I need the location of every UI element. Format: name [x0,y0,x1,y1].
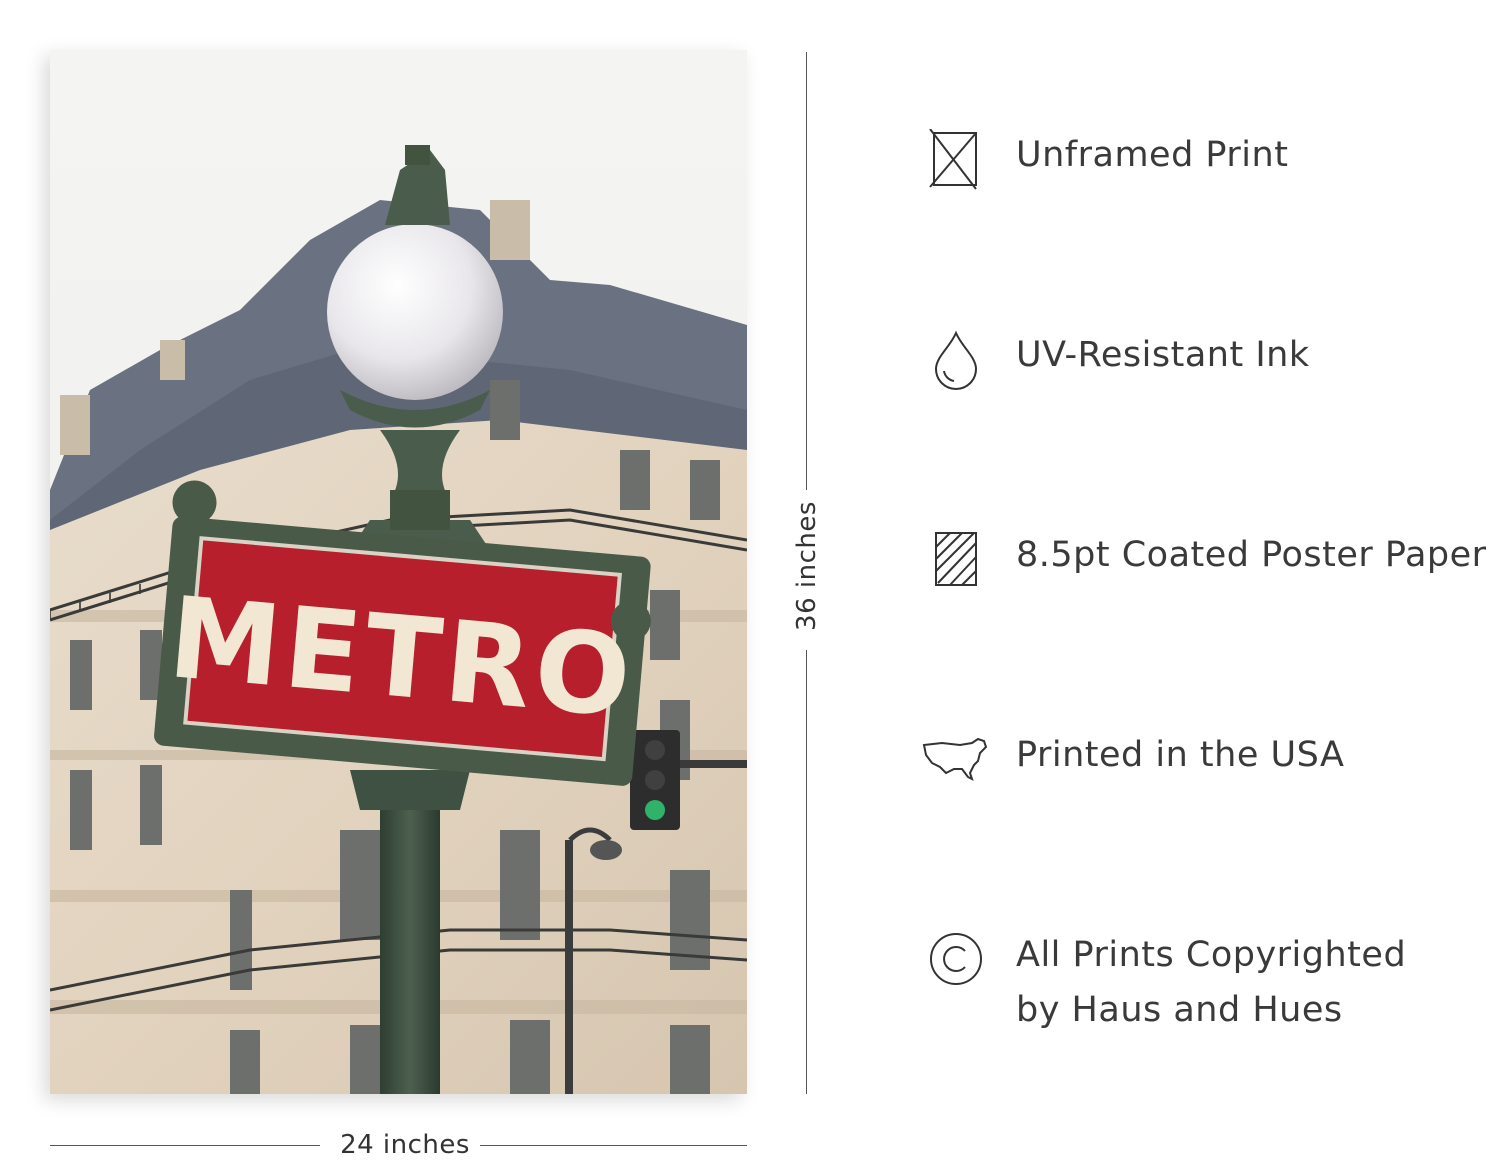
unframed-print-icon [920,128,992,192]
metro-photo: METRO [50,50,747,1094]
feature-text: Unframed Print [1016,135,1289,175]
ink-drop-icon [920,328,992,392]
feature-copyright: All Prints Copyrighted by Haus and Hues [920,928,1406,1038]
feature-text-line2: by Haus and Hues [1016,990,1343,1030]
usa-map-icon [920,728,992,792]
poster-image: METRO [50,50,747,1094]
feature-text: Printed in the USA [1016,735,1345,775]
width-dimension-label: 24 inches [340,1130,470,1160]
height-dimension-label: 36 inches [792,501,822,631]
feature-text-block: All Prints Copyrighted by Haus and Hues [1016,928,1406,1038]
feature-text: All Prints Copyrighted [1016,935,1407,975]
paper-icon [920,528,992,592]
feature-uv-ink: UV-Resistant Ink [920,328,1310,392]
copyright-icon [920,928,992,992]
feature-paper: 8.5pt Coated Poster Paper [920,528,1487,592]
feature-text: UV-Resistant Ink [1016,335,1310,375]
feature-unframed-print: Unframed Print [920,128,1288,192]
feature-text: 8.5pt Coated Poster Paper [1016,535,1487,575]
feature-usa: Printed in the USA [920,728,1344,792]
